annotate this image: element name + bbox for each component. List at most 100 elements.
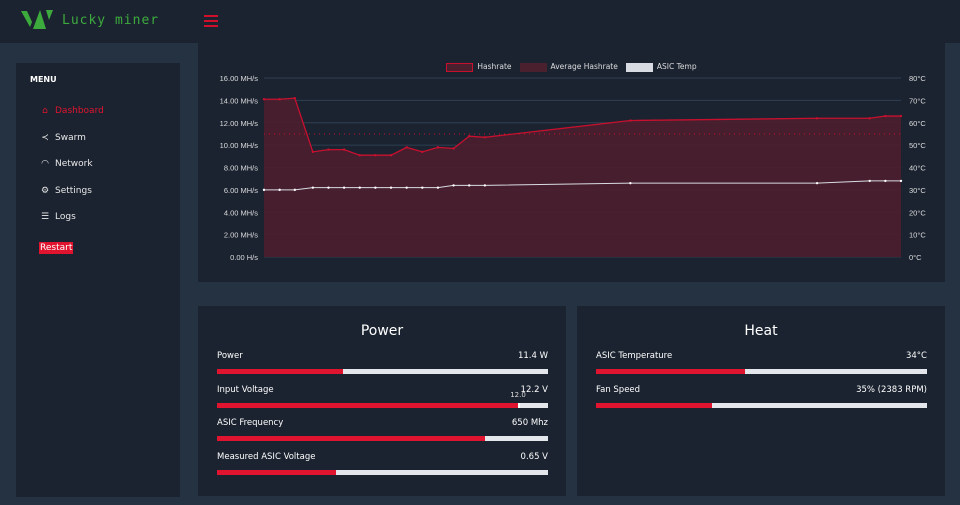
- heat-card: Heat ASIC Temperature 34°C Fan Speed 35% (2…: [577, 306, 945, 496]
- temp-point: [262, 188, 266, 192]
- metric-label: Fan Speed: [596, 384, 641, 395]
- hashrate-point: [899, 114, 903, 118]
- temp-point: [389, 186, 393, 189]
- threshold-label: 12.0: [510, 390, 526, 399]
- metric-value: 34°C: [905, 351, 927, 361]
- y-tick-label: 6.00 MH/s: [224, 186, 258, 195]
- y2-tick-label: 20°C: [909, 208, 926, 217]
- hashrate-chart-card: Hashrate Average Hashrate ASIC Temp 0.00…: [198, 43, 945, 282]
- hashrate-point: [311, 150, 315, 154]
- share-icon: ≺: [41, 132, 49, 143]
- progress-fill: [596, 369, 745, 374]
- metric-label: ASIC Temperature: [596, 351, 673, 361]
- metric-progress-bar: [217, 369, 548, 374]
- hashrate-point: [358, 153, 361, 157]
- hashrate-point: [868, 117, 871, 120]
- hashrate-area: [264, 98, 901, 257]
- metric-label: ASIC Frequency: [217, 418, 284, 428]
- sidebar-item-network[interactable]: ◠ Network: [39, 151, 104, 178]
- y-tick-label: 4.00 MH/s: [224, 208, 258, 217]
- wifi-icon: ◠: [41, 159, 49, 170]
- metric-progress-bar: [217, 436, 548, 441]
- temp-point: [468, 184, 471, 187]
- power-card: Power Power 11.4 W Input Voltage 12.2 V 12.0…: [198, 306, 566, 496]
- nav-label: Logs: [55, 212, 76, 223]
- hashrate-point: [293, 96, 297, 100]
- metric-value: 0.65 V: [520, 451, 548, 462]
- hashrate-point: [421, 150, 424, 154]
- heat-title: Heat: [744, 323, 778, 339]
- metric-label: Input Voltage: [217, 384, 274, 395]
- metric-value: 650 Mhz: [511, 418, 548, 428]
- y2-tick-label: 50°C: [909, 141, 926, 150]
- temp-point: [327, 186, 330, 189]
- hashrate-point: [278, 98, 281, 101]
- metric-value: 11.4 W: [517, 351, 548, 361]
- nav: ⌂ Dashboard ≺ Swarm ◠ Network ⚙ Settings ☰ Lo…: [39, 98, 104, 231]
- y2-tick-label: 0°C: [909, 253, 922, 262]
- logo-icon: [21, 10, 53, 29]
- sidebar-item-dashboard[interactable]: ⌂ Dashboard: [39, 98, 104, 125]
- temp-point: [868, 179, 871, 183]
- metric-value: 35% (2383 RPM): [856, 384, 927, 395]
- y-tick-label: 10.00 MH/s: [220, 141, 259, 150]
- threshold-marker: [518, 402, 521, 408]
- nav-label: Swarm: [55, 132, 86, 143]
- temp-point: [436, 186, 440, 189]
- metric-progress-bar: [217, 469, 548, 475]
- temp-point: [342, 186, 346, 189]
- y2-tick-label: 10°C: [909, 231, 926, 240]
- hashrate-point: [327, 148, 330, 151]
- y2-tick-label: 60°C: [909, 119, 926, 128]
- hashrate-point: [342, 148, 346, 151]
- nav-label: Network: [55, 159, 93, 170]
- sidebar-item-swarm[interactable]: ≺ Swarm: [39, 125, 104, 152]
- temp-point: [884, 179, 887, 183]
- restart-button[interactable]: Restart: [39, 242, 74, 254]
- temp-point: [452, 184, 455, 187]
- hashrate-point: [374, 153, 377, 157]
- y2-tick-label: 40°C: [909, 164, 926, 173]
- hashrate-point: [483, 136, 487, 139]
- hashrate-point: [452, 147, 455, 150]
- temp-point: [374, 186, 377, 189]
- hashrate-point: [629, 119, 632, 122]
- metric-progress-bar: [596, 402, 927, 408]
- sidebar-item-settings[interactable]: ⚙ Settings: [39, 178, 104, 205]
- y-tick-label: 8.00 MH/s: [224, 164, 258, 173]
- progress-fill: [596, 402, 712, 408]
- y-tick-label: 12.00 MH/s: [220, 119, 259, 128]
- hashrate-point: [468, 134, 471, 138]
- sidebar-item-logs[interactable]: ☰ Logs: [39, 204, 104, 231]
- header: Lucky miner: [0, 0, 960, 43]
- y-tick-label: 0.00 H/s: [230, 253, 258, 262]
- y2-tick-label: 30°C: [909, 186, 926, 195]
- y-tick-label: 16.00 MH/s: [220, 74, 259, 83]
- progress-fill: [217, 469, 337, 475]
- nav-label: Dashboard: [55, 106, 104, 117]
- menu-toggle-button[interactable]: [204, 15, 218, 27]
- temp-point: [629, 181, 632, 185]
- hashrate-point: [436, 146, 440, 149]
- hashrate-point: [262, 98, 266, 101]
- nav-label: Settings: [55, 185, 92, 196]
- hashrate-chart: 0.00 H/s 0°C 2.00 MH/s 10°C 4.00 MH/s 20°C 6.0…: [220, 74, 927, 262]
- power-title: Power: [360, 323, 404, 339]
- y2-tick-label: 70°C: [909, 96, 926, 105]
- brand-name: Lucky miner: [62, 12, 160, 28]
- home-icon: ⌂: [42, 106, 48, 117]
- metric-progress-bar: 12.0: [217, 391, 548, 408]
- temp-point: [358, 186, 361, 189]
- temp-point: [278, 188, 281, 192]
- metric-progress-bar: [596, 369, 927, 374]
- gear-icon: ⚙: [40, 185, 50, 196]
- temp-point: [421, 186, 424, 189]
- progress-fill: [217, 436, 486, 441]
- logo[interactable]: Lucky miner: [20, 8, 159, 32]
- y2-tick-label: 80°C: [909, 74, 926, 83]
- temp-point: [405, 186, 408, 189]
- temp-point: [293, 188, 297, 192]
- metric-label: Power: [217, 351, 243, 361]
- temp-point: [311, 186, 315, 189]
- hashrate-point: [884, 114, 887, 118]
